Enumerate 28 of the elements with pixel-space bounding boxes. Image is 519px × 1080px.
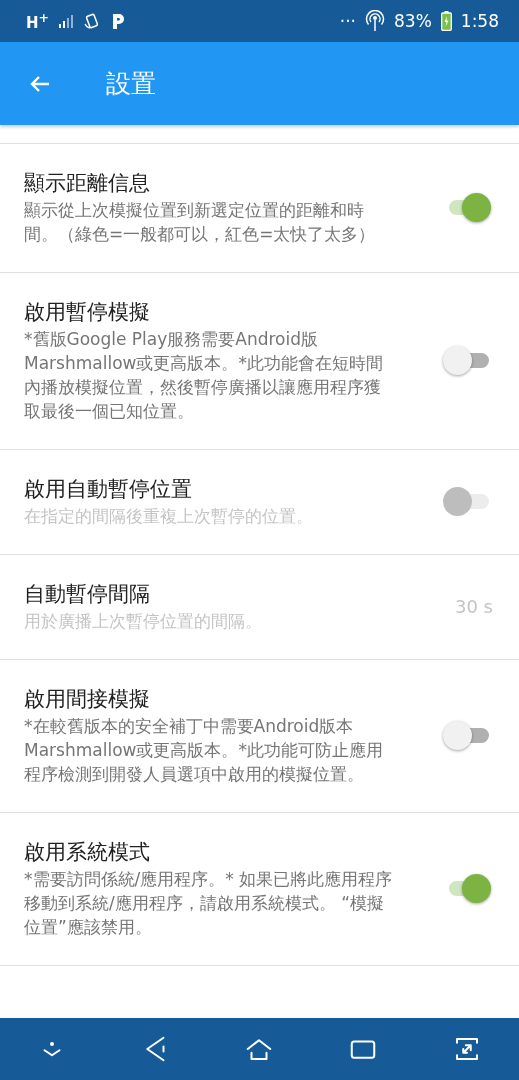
page-title: 設置 xyxy=(106,68,156,100)
setting-value: 30 s xyxy=(455,595,493,617)
setting-row[interactable]: 啟用間接模擬 *在較舊版本的安全補丁中需要Android版本Marshmallow或更高版本。*此功能可防止應用程序檢測到開發人員選項中啟用的模擬位置。 xyxy=(0,660,519,813)
toggle-switch[interactable] xyxy=(443,345,491,375)
more-indicator: ··· xyxy=(339,11,356,31)
network-type: H$^{+}$ xyxy=(26,10,50,32)
parking-icon xyxy=(110,12,127,30)
clock: 1:58 xyxy=(460,11,499,31)
setting-description: *舊版Google Play服務需要Android版Marshmallow或更高版本。*此功能會在短時間內播放模擬位置，然後暫停廣播以讓應用程序獲取最後一個已知位置。 xyxy=(24,328,384,423)
setting-title: 顯示距離信息 xyxy=(24,170,151,197)
setting-row[interactable]: 啟用系統模式 *需要訪問係統/應用程序。* 如果已將此應用程序移動到系統/應用程序，請啟用系統模式。 “模擬位置”應該禁用。 xyxy=(0,813,519,966)
setting-description: 在指定的間隔後重複上次暫停的位置。 xyxy=(24,505,314,528)
setting-title: 啟用自動暫停位置 xyxy=(24,476,193,503)
setting-row[interactable]: 顯示距離信息 顯示從上次模擬位置到新選定位置的距離和時間。（綠色=一般都可以，紅色=太快了太多） xyxy=(0,144,519,273)
setting-title: 自動暫停間隔 xyxy=(24,581,151,608)
setting-title: 啟用系統模式 xyxy=(24,839,151,866)
hotspot-icon xyxy=(365,10,385,32)
setting-row[interactable]: 啟用暫停模擬 *舊版Google Play服務需要Android版Marshmallow或更高版本。*此功能會在短時間內播放模擬位置，然後暫停廣播以讓應用程序獲取最後一個已知位置。 xyxy=(0,273,519,450)
setting-description: *在較舊版本的安全補丁中需要Android版本Marshmallow或更高版本。*此功能可防止應用程序檢測到開發人員選項中啟用的模擬位置。 xyxy=(24,715,384,786)
toggle-switch[interactable] xyxy=(443,720,491,750)
setting-title: 啟用暫停模擬 xyxy=(24,299,151,326)
setting-description: 顯示從上次模擬位置到新選定位置的距離和時間。（綠色=一般都可以，紅色=太快了太多） xyxy=(24,199,377,246)
battery-icon xyxy=(440,11,452,31)
setting-description: *需要訪問係統/應用程序。* 如果已將此應用程序移動到系統/應用程序，請啟用系統模式。 “模擬位置”應該禁用。 xyxy=(24,868,394,939)
setting-title: 啟用間接模擬 xyxy=(24,686,151,713)
battery-percent: 83% xyxy=(394,11,432,31)
signal-icon xyxy=(58,14,75,28)
setting-description: 用於廣播上次暫停位置的間隔。 xyxy=(24,610,263,633)
